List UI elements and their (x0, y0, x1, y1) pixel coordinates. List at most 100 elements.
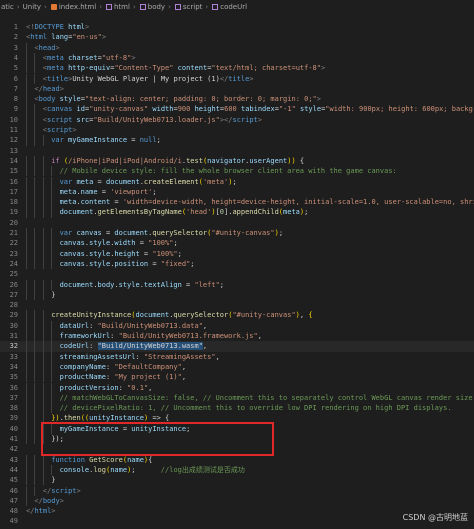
breadcrumb-item[interactable]: codeUrl (210, 0, 248, 14)
code-line[interactable]: 30 dataUrl: "Build/UnityWeb0713.data", (0, 320, 474, 331)
code-line[interactable]: 5 <meta http-equiv="Content-Type" content… (0, 63, 474, 74)
breadcrumb-item[interactable]: html (104, 0, 131, 14)
code-line[interactable]: 16 var meta = document.createElement('met… (0, 176, 474, 187)
code-line[interactable]: 37 // matchWebGLToCanvasSize: false, // U… (0, 392, 474, 404)
indent-guide (42, 197, 44, 208)
code-line[interactable]: 22 canvas.style.width = "100%"; (0, 238, 474, 249)
indent-guide (42, 186, 44, 198)
code-token: > (72, 126, 77, 134)
breadcrumb-item[interactable]: atic (0, 0, 15, 14)
code-line[interactable]: 20 (0, 218, 474, 228)
indent-guide (34, 423, 36, 434)
code-line[interactable]: 28 (0, 300, 474, 310)
code-line[interactable]: 13 (0, 146, 474, 156)
code-text: // matchWebGLToCanvasSize: false, // Unc… (60, 393, 474, 403)
code-line[interactable]: 38 // devicePixelRatio: 1, // Uncomment t… (0, 403, 474, 414)
breadcrumb-label: index.html (58, 3, 97, 11)
code-text: if (/iPhone|iPad|iPod|Android/i.test(nav… (51, 156, 304, 166)
line-number: 3 (13, 43, 18, 52)
code-line[interactable]: 15 // Mobile device style: fill the whole… (0, 166, 474, 177)
code-text: <script> (43, 125, 77, 135)
code-line[interactable]: 36 productVersion: "0.1", (0, 382, 474, 393)
code-token: function (51, 455, 85, 464)
code-token: script (51, 486, 77, 495)
watermark: CSDN @古明地蓝 (402, 513, 468, 522)
code-editor[interactable]: atic › Unity › index.html › html › body › script › c… (0, 0, 474, 529)
code-token: { (148, 455, 153, 464)
code-line[interactable]: 35 productName: "My project (1)", (0, 372, 474, 383)
code-line[interactable]: 47 </body> (0, 495, 474, 507)
code-text: </body> (34, 496, 64, 506)
code-line[interactable]: 12 var myGameInstance = null; (0, 135, 474, 146)
code-line[interactable]: 32 codeUrl: "Build/UnityWeb0713.wasm", (0, 341, 474, 352)
code-line[interactable]: 29 createUnityInstance(document.querySele… (0, 310, 474, 321)
indent-guide (51, 166, 53, 177)
code-line[interactable]: 31 frameworkUrl: "Build/UnityWeb0713.fram… (0, 331, 474, 342)
breadcrumb-item[interactable]: Unity (22, 0, 42, 14)
code-line[interactable]: 9 <canvas id="unity-canvas" width=900 hei… (0, 104, 474, 115)
code-line[interactable]: 19 document.getElementsByTagName('head')[… (0, 207, 474, 218)
code-text: streamingAssetsUrl: "StreamingAssets", (60, 352, 220, 362)
indent-guide (42, 176, 44, 187)
annotation-highlight-box (41, 422, 274, 456)
indent-guide (51, 331, 53, 342)
code-token: "100%" (148, 239, 174, 248)
code-line[interactable]: 17 meta.name = 'viewport'; (0, 186, 474, 198)
code-token: "text-align: center; padding: 0; border:… (84, 95, 317, 104)
line-number: 43 (9, 455, 18, 464)
code-line[interactable]: 10 <script src="Build/UnityWeb0713.loader… (0, 114, 474, 125)
code-line[interactable]: 45} (0, 475, 474, 486)
line-number: 36 (9, 383, 18, 392)
code-line[interactable]: 23 canvas.style.height = "100%"; (0, 248, 474, 259)
indent-guide (26, 228, 27, 239)
code-token: = (135, 239, 149, 248)
indent-guide (34, 238, 36, 249)
code-token: tabindex (236, 105, 275, 114)
code-text: <title>Unity WebGL Player | My project (… (43, 74, 254, 84)
line-number: 32 (9, 342, 18, 351)
line-number: 24 (9, 259, 18, 268)
code-line[interactable]: 3 <head> (0, 42, 474, 53)
code-token: "width: 900px; height: 600px; background… (325, 105, 474, 114)
line-number: 2 (13, 33, 18, 42)
code-line[interactable]: 46 </script> (0, 485, 474, 496)
code-line[interactable]: 14 if (/iPhone|iPad|iPod|Android/i.test(n… (0, 155, 474, 167)
code-text: // devicePixelRatio: 1, // Uncomment thi… (60, 403, 452, 413)
breadcrumb-item[interactable]: index.html (49, 0, 97, 14)
code-token: ; (156, 136, 161, 145)
code-line[interactable]: 24 canvas.style.position = "fixed"; (0, 258, 474, 270)
code-text: canvas.style.position = "fixed"; (60, 259, 195, 269)
code-token: meta (47, 53, 64, 62)
code-text: meta.content = 'width=device-width, heig… (60, 197, 474, 207)
code-text: var myGameInstance = null; (51, 135, 161, 145)
breadcrumb-item[interactable]: script (173, 0, 204, 14)
code-token: style (89, 239, 111, 248)
indent-guide (42, 392, 44, 404)
code-token: , (257, 332, 262, 340)
code-line[interactable]: 2 <html lang="en-us"> (0, 32, 474, 42)
code-line[interactable]: 8 <body style="text-align: center; paddin… (0, 94, 474, 105)
code-line[interactable]: 27} (0, 289, 474, 301)
code-line[interactable]: 33 streamingAssetsUrl: "StreamingAssets", (0, 351, 474, 362)
code-token: style (55, 95, 81, 104)
indent-guide (34, 289, 36, 301)
code-line[interactable]: 6 <title>Unity WebGL Player | My project … (0, 73, 474, 84)
code-line[interactable]: 26 document.body.style.textAlign = "left"… (0, 279, 474, 290)
indent-guide (26, 289, 27, 301)
code-line[interactable]: 43 function GetScore(name){ (0, 454, 474, 465)
code-line[interactable]: 7 </head> (0, 83, 474, 95)
code-token: var (59, 177, 73, 186)
indent-guide (26, 279, 27, 290)
code-line[interactable]: 18 meta.content = 'width=device-width, he… (0, 197, 474, 208)
code-line[interactable]: 44 console.log(name); //log出成绩测试是否成功 (0, 464, 474, 476)
code-token: head (38, 43, 56, 52)
code-token: head (42, 84, 60, 93)
code-line[interactable]: 1 <!DOCTYPE html> (0, 22, 474, 32)
breadcrumb-item[interactable]: body (138, 0, 166, 14)
code-line[interactable]: 25 (0, 269, 474, 279)
code-line[interactable]: 11 <script> (0, 125, 474, 136)
indent-guide (34, 475, 36, 486)
code-line[interactable]: 21 var canvas = document.querySelector("#… (0, 228, 474, 239)
code-line[interactable]: 34 companyName: "DefaultCompany", (0, 361, 474, 373)
code-line[interactable]: 4 <meta charset="utf-8"> (0, 52, 474, 64)
